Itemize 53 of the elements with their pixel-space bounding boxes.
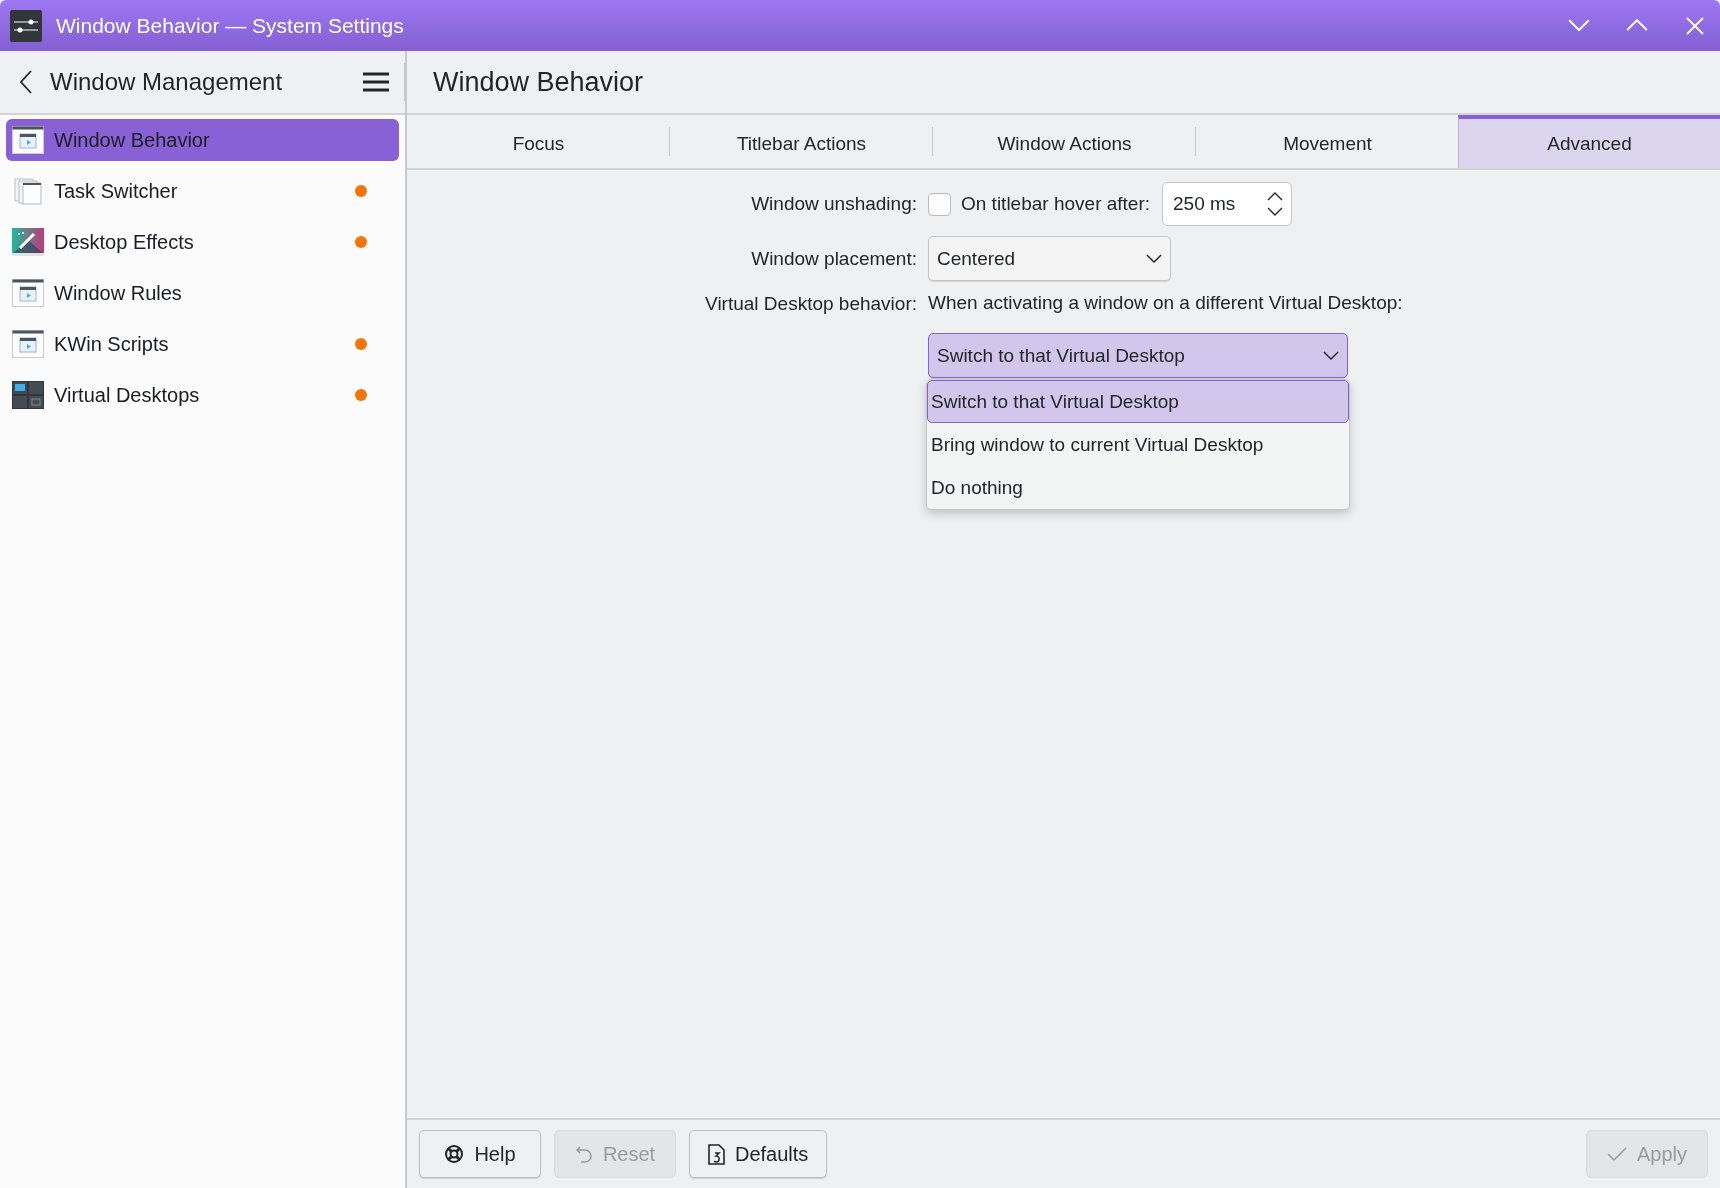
- dropdown-option[interactable]: Bring window to current Virtual Desktop: [927, 423, 1349, 466]
- window-icon: [12, 279, 44, 307]
- sidebar-item-label: KWin Scripts: [54, 332, 170, 356]
- tab[interactable]: Movement: [1196, 115, 1458, 168]
- field-label: Window placement:: [751, 247, 917, 270]
- sidebar-item[interactable]: Window Behavior: [6, 119, 399, 161]
- chevron-down-icon: [1323, 351, 1339, 360]
- sidebar-item-label: Desktop Effects: [54, 230, 195, 254]
- document-icon: [708, 1143, 725, 1165]
- window-icon: [12, 126, 44, 154]
- spin-box[interactable]: 250 ms: [1162, 182, 1293, 226]
- dropdown-option[interactable]: Do nothing: [927, 466, 1349, 509]
- sidebar-item[interactable]: Task Switcher: [6, 170, 399, 212]
- sidebar-item-label: Virtual Desktops: [54, 383, 201, 407]
- checkmark-icon: [1607, 1146, 1627, 1162]
- lifebuoy-icon: [444, 1144, 465, 1164]
- sidebar-title: Window Management: [50, 68, 284, 96]
- menu-icon: [363, 72, 389, 92]
- sidebar-item[interactable]: Desktop Effects: [6, 221, 399, 263]
- back-icon: [19, 70, 33, 94]
- sidebar-item[interactable]: Virtual Desktops: [6, 374, 399, 416]
- desktop-grid-icon: [12, 381, 44, 409]
- undo-icon: [574, 1144, 593, 1164]
- checkbox-label: On titlebar hover after:: [961, 193, 1151, 215]
- sliders-icon: [10, 9, 42, 42]
- field-label: Window unshading:: [751, 193, 917, 215]
- tab[interactable]: Advanced: [1458, 115, 1720, 168]
- chevron-down-icon: [1568, 19, 1590, 32]
- field-description: When activating a window on a different Virtual Desktop:: [928, 292, 1403, 314]
- spin-arrows-icon: [1267, 191, 1284, 217]
- window-title: Window Behavior — System Settings: [56, 13, 405, 38]
- magic-wand-icon: [12, 228, 44, 256]
- tab[interactable]: Window Actions: [933, 115, 1195, 168]
- window-icon: [12, 330, 44, 358]
- chevron-down-icon: [1146, 254, 1162, 263]
- help-button[interactable]: Help: [419, 1130, 541, 1178]
- behavior-dropdown[interactable]: Switch to that Virtual Desktop: [928, 333, 1348, 378]
- sidebar-item-label: Window Rules: [54, 281, 183, 305]
- sidebar-item-label: Window Behavior: [54, 128, 211, 152]
- sidebar-item[interactable]: Window Rules: [6, 272, 399, 314]
- stacked-windows-icon: [12, 177, 44, 205]
- page-title: Window Behavior: [433, 66, 644, 98]
- dropdown-option[interactable]: Switch to that Virtual Desktop: [927, 380, 1349, 423]
- tab[interactable]: Focus: [407, 115, 669, 168]
- tab[interactable]: Titlebar Actions: [670, 115, 932, 168]
- close-icon: [1686, 16, 1704, 35]
- placement-dropdown[interactable]: Centered: [928, 236, 1171, 281]
- checkbox[interactable]: [928, 192, 951, 216]
- chevron-up-icon: [1626, 19, 1648, 32]
- field-label: Virtual Desktop behavior:: [705, 293, 917, 315]
- sidebar-item[interactable]: KWin Scripts: [6, 323, 399, 365]
- sidebar-item-label: Task Switcher: [54, 179, 179, 203]
- defaults-button[interactable]: Defaults: [689, 1130, 828, 1178]
